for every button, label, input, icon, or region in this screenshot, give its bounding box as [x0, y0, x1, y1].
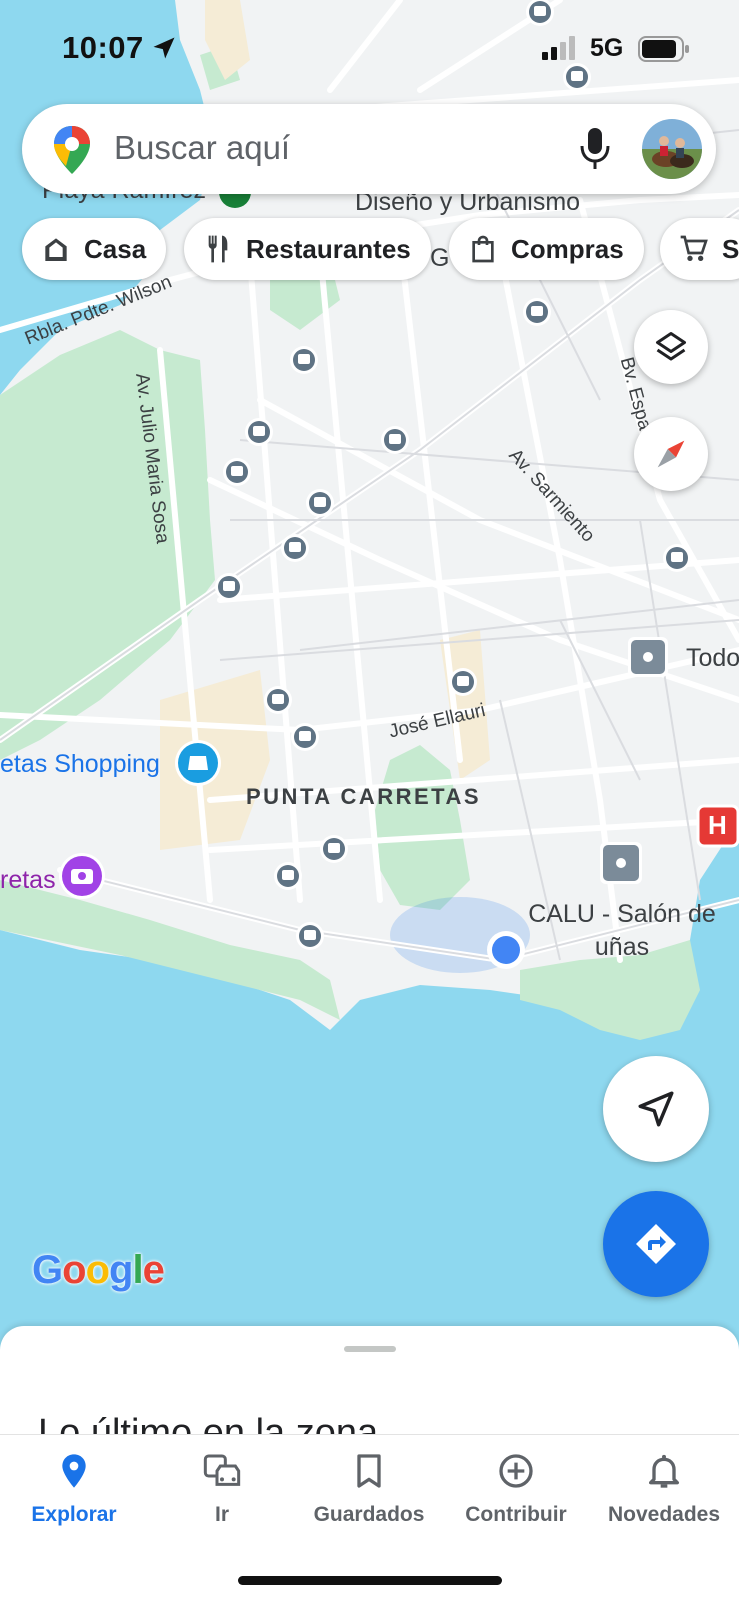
- cart-icon: [680, 235, 708, 261]
- google-logo-letter-o1: o: [62, 1248, 86, 1292]
- directions-icon: [636, 1224, 676, 1264]
- shopping-bag-icon: [472, 235, 494, 263]
- poi-label-calu[interactable]: CALU - Salón de uñas: [522, 898, 722, 964]
- nav-label: Contribuir: [465, 1503, 567, 1526]
- home-icon: [45, 238, 67, 261]
- compass-button[interactable]: [634, 417, 708, 491]
- add-circle-icon: [499, 1454, 533, 1488]
- status-time: 10:07: [62, 30, 144, 65]
- poi-label-retas[interactable]: retas: [0, 866, 56, 895]
- signal-icon: [542, 36, 575, 60]
- search-bar[interactable]: Buscar aquí: [22, 104, 716, 194]
- nav-explorar[interactable]: Explorar: [0, 1451, 148, 1541]
- avatar[interactable]: [642, 119, 702, 179]
- nav-guardados[interactable]: Guardados: [295, 1451, 443, 1541]
- bell-icon: [649, 1454, 679, 1488]
- network-type: 5G: [590, 34, 624, 62]
- nav-contribuir[interactable]: Contribuir: [442, 1451, 590, 1541]
- nav-ir[interactable]: Ir: [148, 1451, 296, 1541]
- explore-pin-icon: [62, 1454, 86, 1488]
- bookmark-icon: [357, 1454, 381, 1488]
- navigation-arrow-icon: [638, 1091, 674, 1127]
- poi-label-calu-line1: CALU - Salón de: [528, 900, 716, 928]
- bottom-sheet[interactable]: Lo último en la zona: [0, 1326, 739, 1436]
- google-logo-letter-g: G: [32, 1248, 63, 1292]
- nav-label: Novedades: [607, 1503, 721, 1526]
- sheet-title: Lo último en la zona: [38, 1412, 379, 1436]
- nav-novedades[interactable]: Novedades: [590, 1451, 738, 1541]
- chip-supermercados[interactable]: S: [660, 218, 739, 280]
- commute-icon: [203, 1454, 241, 1486]
- google-logo-letter-g2: g: [109, 1248, 133, 1292]
- poi-label-todo[interactable]: Todo: [686, 644, 739, 673]
- sheet-drag-handle[interactable]: [344, 1346, 396, 1352]
- google-logo-letter-l: l: [132, 1248, 143, 1292]
- location-arrow-icon: [153, 37, 175, 59]
- chip-label: S: [722, 233, 739, 264]
- directions-button[interactable]: [603, 1191, 709, 1297]
- nav-label: Guardados: [313, 1503, 425, 1526]
- my-location-button[interactable]: [603, 1056, 709, 1162]
- status-bar: 10:07 5G: [0, 0, 739, 100]
- maps-logo-icon: [54, 126, 90, 174]
- search-input[interactable]: Buscar aquí: [114, 129, 290, 167]
- chip-restaurantes[interactable]: Restaurantes: [184, 218, 431, 280]
- fork-knife-icon: [208, 235, 228, 263]
- chip-label: Compras: [511, 233, 624, 264]
- home-indicator[interactable]: [238, 1576, 502, 1585]
- layers-button[interactable]: [634, 310, 708, 384]
- poi-label-shopping[interactable]: etas Shopping: [0, 750, 160, 779]
- layers-icon: [656, 332, 686, 361]
- neighborhood-label: PUNTA CARRETAS: [246, 784, 482, 809]
- chip-casa[interactable]: Casa: [22, 218, 167, 280]
- compass-icon: [657, 440, 685, 468]
- microphone-icon[interactable]: [575, 126, 615, 172]
- google-logo-letter-o2: o: [85, 1248, 110, 1292]
- poi-label-calu-line2: uñas: [594, 933, 650, 961]
- chip-compras[interactable]: Compras: [449, 218, 644, 280]
- battery-icon: [638, 36, 689, 62]
- category-chips: Casa Restaurantes Compras S: [0, 218, 739, 282]
- google-logo: Google: [32, 1248, 165, 1293]
- nav-label: Explorar: [31, 1503, 117, 1526]
- nav-label: Ir: [214, 1503, 229, 1526]
- google-logo-letter-e: e: [142, 1248, 165, 1292]
- chip-label: Restaurantes: [246, 233, 411, 264]
- hospital-letter[interactable]: H: [708, 810, 727, 841]
- chip-label: Casa: [84, 233, 147, 264]
